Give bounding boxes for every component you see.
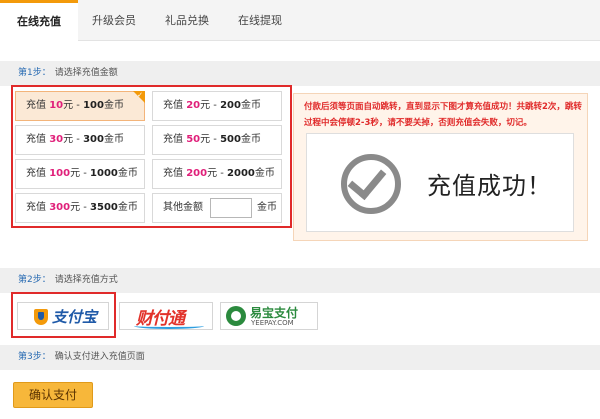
step-3-text: 确认支付进入充值页面 xyxy=(54,352,145,362)
amount-option-20[interactable]: 充值 20元 - 200金币 xyxy=(152,91,282,121)
step-2-text: 请选择充值方式 xyxy=(54,275,118,285)
yeepay-logo-icon xyxy=(226,306,246,326)
success-text: 充值成功！ xyxy=(427,172,552,200)
amount-option-10[interactable]: 充值 10元 - 100金币 ✓ xyxy=(15,91,145,121)
yeepay-option[interactable]: 易宝支付 YEEPAY.COM xyxy=(220,302,318,330)
step-1-bar: 第1步： 请选择充值金额 xyxy=(0,61,600,86)
step-1-number: 第1步： xyxy=(18,68,51,78)
amount-option-other[interactable]: 其他金额 金币 xyxy=(152,193,282,223)
alipay-label: 支付宝 xyxy=(52,308,98,326)
tab-gift-exchange[interactable]: 礼品兑换 xyxy=(150,0,224,41)
step-2-bar: 第2步： 请选择充值方式 xyxy=(0,268,600,293)
step-2-number: 第2步： xyxy=(18,275,51,285)
other-amount-input[interactable] xyxy=(210,198,252,218)
payment-notice-text: 付款后须等页面自动跳转，直到显示下图才算充值成功！共跳转2次，跳转过程中会停顿2… xyxy=(304,102,582,128)
amount-option-30[interactable]: 充值 30元 - 300金币 xyxy=(15,125,145,155)
step-3-number: 第3步： xyxy=(18,352,51,362)
tenpay-swoosh-icon xyxy=(134,323,204,329)
amount-option-50[interactable]: 充值 50元 - 500金币 xyxy=(152,125,282,155)
amount-option-100[interactable]: 充值 100元 - 1000金币 xyxy=(15,159,145,189)
step-1-text: 请选择充值金额 xyxy=(54,68,118,78)
tab-recharge[interactable]: 在线充值 xyxy=(0,0,78,42)
alipay-option[interactable]: 支付宝 xyxy=(17,302,109,330)
success-example: 充值成功！ xyxy=(306,133,574,232)
confirm-payment-button[interactable]: 确认支付 xyxy=(13,382,93,408)
tab-withdraw[interactable]: 在线提现 xyxy=(224,0,296,41)
other-amount-unit: 金币 xyxy=(257,202,277,213)
success-check-icon xyxy=(341,154,401,214)
amount-option-300[interactable]: 充值 300元 - 3500金币 xyxy=(15,193,145,223)
amount-option-200[interactable]: 充值 200元 - 2000金币 xyxy=(152,159,282,189)
step-3-bar: 第3步： 确认支付进入充值页面 xyxy=(0,345,600,370)
alipay-shield-icon xyxy=(34,309,48,325)
tenpay-option[interactable]: 财付通 xyxy=(119,302,213,330)
tab-bar: 在线充值 升级会员 礼品兑换 在线提现 xyxy=(0,0,600,42)
other-amount-label: 其他金额 xyxy=(163,202,203,213)
yeepay-domain: YEEPAY.COM xyxy=(251,319,294,327)
payment-notice-panel: 付款后须等页面自动跳转，直到显示下图才算充值成功！共跳转2次，跳转过程中会停顿2… xyxy=(293,93,588,241)
check-mark-icon: ✓ xyxy=(137,91,143,99)
tab-upgrade-member[interactable]: 升级会员 xyxy=(78,0,150,41)
